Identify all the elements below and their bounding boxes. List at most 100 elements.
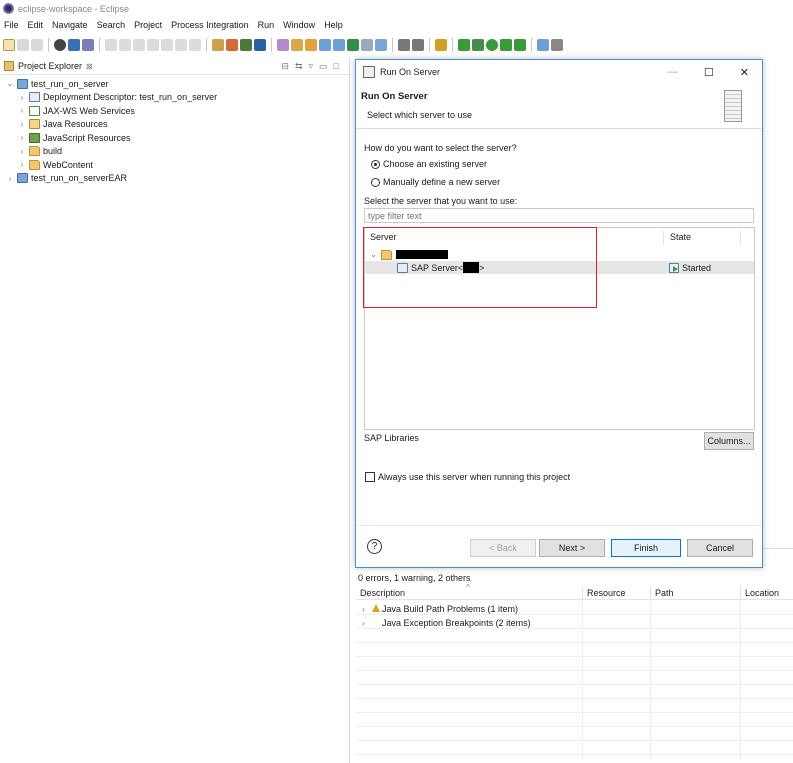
- settings-icon[interactable]: [551, 39, 563, 51]
- chevron-right-icon[interactable]: ›: [18, 133, 26, 142]
- search-icon[interactable]: [277, 39, 289, 51]
- menu-run[interactable]: Run: [258, 20, 275, 30]
- link-editor-icon[interactable]: ⇆: [295, 61, 303, 72]
- terminate-icon[interactable]: [133, 39, 145, 51]
- new-class-icon[interactable]: [291, 39, 303, 51]
- tree-item-java-resources[interactable]: › Java Resources: [0, 118, 349, 132]
- jee-icon[interactable]: [412, 39, 424, 51]
- radio-selected-icon[interactable]: [371, 159, 380, 169]
- menu-file[interactable]: File: [4, 20, 19, 30]
- save-icon[interactable]: [17, 39, 29, 51]
- step-over-icon[interactable]: [175, 39, 187, 51]
- run-icon[interactable]: [486, 39, 498, 51]
- menu-project[interactable]: Project: [134, 20, 162, 30]
- web-project-icon: [17, 78, 28, 89]
- chevron-down-icon[interactable]: ⌄: [6, 79, 14, 88]
- tree-item-javascript-resources[interactable]: › JavaScript Resources: [0, 131, 349, 145]
- chevron-right-icon[interactable]: ›: [18, 147, 26, 156]
- chevron-right-icon[interactable]: ›: [356, 618, 368, 628]
- tree-item-ear-project[interactable]: › test_run_on_serverEAR: [0, 172, 349, 186]
- menu-bar: File Edit Navigate Search Project Proces…: [0, 17, 343, 32]
- tree-item-build[interactable]: › build: [0, 145, 349, 159]
- close-icon[interactable]: ⊠: [86, 62, 93, 71]
- server-group-row[interactable]: ⌄: [365, 248, 754, 261]
- tree-icon[interactable]: [347, 39, 359, 51]
- new-file-icon[interactable]: [333, 39, 345, 51]
- radio-choose-existing[interactable]: Choose an existing server: [371, 159, 487, 169]
- terminal-icon[interactable]: [68, 39, 80, 51]
- menu-window[interactable]: Window: [283, 20, 315, 30]
- step-into-icon[interactable]: [161, 39, 173, 51]
- close-icon[interactable]: ✕: [740, 66, 749, 79]
- column-path[interactable]: Path: [650, 586, 740, 599]
- tree-item-webcontent[interactable]: › WebContent: [0, 158, 349, 172]
- problems-row[interactable]: › Java Build Path Problems (1 item): [356, 602, 793, 616]
- next-button[interactable]: Next >: [539, 539, 605, 557]
- checkbox-unchecked-icon[interactable]: [365, 472, 375, 482]
- menu-navigate[interactable]: Navigate: [52, 20, 88, 30]
- open-console-icon[interactable]: [254, 39, 266, 51]
- navigator-icon[interactable]: [375, 39, 387, 51]
- skip-breakpoints-icon[interactable]: [82, 39, 94, 51]
- disconnect-icon[interactable]: [147, 39, 159, 51]
- minimize-icon[interactable]: ▭: [319, 61, 328, 72]
- chevron-right-icon[interactable]: ›: [6, 174, 14, 183]
- tree-item-jaxws[interactable]: › JAX-WS Web Services: [0, 104, 349, 118]
- maximize-icon[interactable]: □: [334, 61, 339, 72]
- column-resource[interactable]: Resource: [582, 586, 650, 599]
- column-location[interactable]: Location: [740, 586, 793, 599]
- chevron-right-icon[interactable]: ›: [18, 160, 26, 169]
- filter-input[interactable]: [364, 208, 754, 223]
- menu-help[interactable]: Help: [324, 20, 343, 30]
- open-type-icon[interactable]: [240, 39, 252, 51]
- new-package-icon[interactable]: [305, 39, 317, 51]
- step-return-icon[interactable]: [189, 39, 201, 51]
- external-tools-icon[interactable]: [514, 39, 526, 51]
- always-use-checkbox[interactable]: Always use this server when running this…: [365, 472, 570, 482]
- back-button[interactable]: < Back: [470, 539, 536, 557]
- radio-manually-define[interactable]: Manually define a new server: [371, 177, 500, 187]
- finish-button[interactable]: Finish: [611, 539, 681, 557]
- chevron-down-icon[interactable]: ⌄: [365, 250, 377, 259]
- tree-item-deployment-descriptor[interactable]: › Deployment Descriptor: test_run_on_ser…: [0, 91, 349, 105]
- tree-item-project[interactable]: ⌄ test_run_on_server: [0, 77, 349, 91]
- new-folder-icon[interactable]: [319, 39, 331, 51]
- column-state[interactable]: State: [665, 228, 740, 247]
- web-services-icon[interactable]: [226, 39, 238, 51]
- collapse-all-icon[interactable]: ⊟: [281, 61, 289, 72]
- help-icon[interactable]: ?: [367, 539, 382, 554]
- new-icon[interactable]: [3, 39, 15, 51]
- save-all-icon[interactable]: [31, 39, 43, 51]
- run-dropdown-icon[interactable]: [458, 39, 470, 51]
- perspective-icon[interactable]: [435, 39, 447, 51]
- resume-icon[interactable]: [105, 39, 117, 51]
- debug-icon[interactable]: [54, 39, 66, 51]
- radio-label: Choose an existing server: [383, 159, 488, 169]
- column-description[interactable]: Description: [356, 586, 582, 599]
- chevron-right-icon[interactable]: ›: [356, 604, 368, 614]
- server-row-sap[interactable]: SAP Server< > Started: [365, 261, 754, 274]
- menu-process-integration[interactable]: Process Integration: [171, 20, 249, 30]
- server-icon[interactable]: [537, 39, 549, 51]
- view-menu-icon[interactable]: ▿: [309, 61, 314, 72]
- chevron-right-icon[interactable]: ›: [18, 106, 26, 115]
- project-explorer-tab[interactable]: Project Explorer ⊠ ⊟ ⇆ ▿ ▭ □: [0, 58, 349, 75]
- dialog-titlebar[interactable]: Run On Server — ☐ ✕: [356, 60, 762, 84]
- suspend-icon[interactable]: [119, 39, 131, 51]
- maximize-icon[interactable]: ☐: [704, 66, 714, 79]
- menu-search[interactable]: Search: [97, 20, 126, 30]
- minimize-icon[interactable]: —: [667, 66, 678, 79]
- task-icon[interactable]: [212, 39, 224, 51]
- outline-icon[interactable]: [361, 39, 373, 51]
- java-icon[interactable]: [398, 39, 410, 51]
- coverage-icon[interactable]: [500, 39, 512, 51]
- problems-row[interactable]: › Java Exception Breakpoints (2 items): [356, 616, 793, 630]
- columns-button[interactable]: Columns...: [704, 432, 754, 450]
- chevron-right-icon[interactable]: ›: [18, 120, 26, 129]
- column-server[interactable]: Server: [365, 228, 665, 247]
- chevron-right-icon[interactable]: ›: [18, 93, 26, 102]
- cancel-button[interactable]: Cancel: [687, 539, 753, 557]
- radio-unselected-icon[interactable]: [371, 177, 380, 187]
- debug-dropdown-icon[interactable]: [472, 39, 484, 51]
- menu-edit[interactable]: Edit: [28, 20, 44, 30]
